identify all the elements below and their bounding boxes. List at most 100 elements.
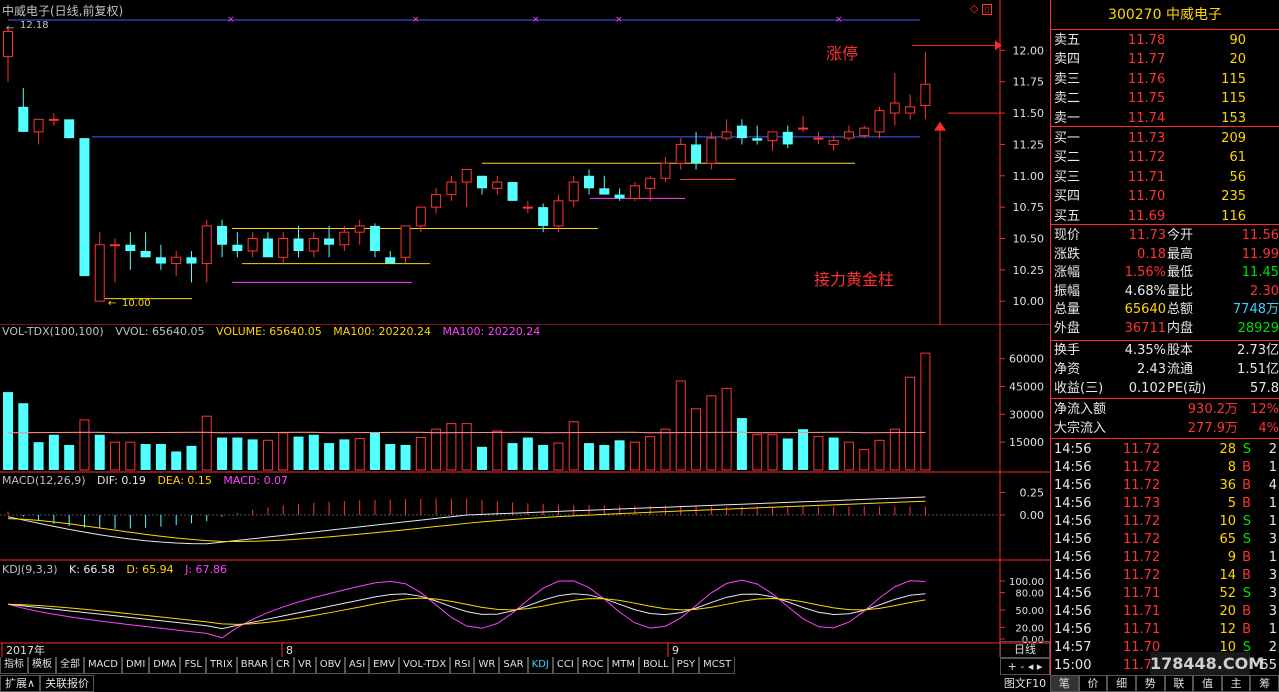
tab-trix[interactable]: TRIX bbox=[205, 657, 237, 674]
candle bbox=[461, 169, 472, 208]
quote-label: 最高 bbox=[1167, 246, 1194, 262]
trade-side: B bbox=[1242, 604, 1251, 619]
indicator-tabs: 指标 模板 全部 MACD DMI DMA FSL TRIX BRAR CR VR OBV ASI EMV… bbox=[0, 657, 1050, 675]
tab-mtm[interactable]: MTM bbox=[607, 657, 639, 674]
order-volume: 209 bbox=[1221, 131, 1246, 146]
trade-time: 14:56 bbox=[1054, 442, 1092, 457]
expand-button[interactable]: 扩展∧ bbox=[0, 675, 41, 692]
candle bbox=[767, 131, 778, 151]
tab-[interactable]: 指标 bbox=[0, 657, 28, 674]
candle bbox=[675, 138, 686, 170]
candle bbox=[920, 51, 931, 120]
candle-body bbox=[79, 138, 90, 277]
ask-row[interactable]: 卖五 11.78 90 bbox=[1051, 31, 1279, 50]
scroll-left-button[interactable]: ◂ bbox=[1028, 660, 1034, 673]
candle bbox=[232, 232, 243, 258]
trade-volume: 36 bbox=[1219, 478, 1236, 493]
candle bbox=[64, 119, 75, 139]
candle-body bbox=[660, 162, 671, 179]
volume-bar bbox=[48, 434, 59, 470]
right-tab-0[interactable]: 笔 bbox=[1050, 675, 1079, 692]
tab-sar[interactable]: SAR bbox=[499, 657, 528, 674]
tab-emv[interactable]: EMV bbox=[369, 657, 399, 674]
volume-chart[interactable]: 60000 45000 30000 15000 bbox=[0, 325, 1050, 473]
candle-body bbox=[446, 181, 457, 196]
quote-label: 量比 bbox=[1167, 283, 1194, 299]
right-tab-3[interactable]: 势 bbox=[1135, 675, 1165, 692]
status-f10-button[interactable]: 图文F10 bbox=[1000, 676, 1050, 692]
candle bbox=[752, 125, 763, 145]
related-quotes-button[interactable]: 关联报价 bbox=[40, 675, 95, 692]
tab-obv[interactable]: OBV bbox=[315, 657, 345, 674]
macd-chart[interactable]: 0.25 0.00 bbox=[0, 473, 1050, 561]
stock-header: 300270 中威电子 bbox=[1051, 0, 1279, 30]
zoom-out-button[interactable]: - bbox=[1020, 660, 1024, 673]
tab-[interactable]: 模板 bbox=[28, 657, 56, 674]
candle bbox=[110, 238, 121, 283]
volume-bar bbox=[782, 438, 793, 470]
candle-body bbox=[400, 225, 411, 258]
bid-row[interactable]: 买四 11.70 235 bbox=[1051, 187, 1279, 206]
tab-kdj[interactable]: KDJ bbox=[527, 657, 553, 674]
tab-psy[interactable]: PSY bbox=[672, 657, 700, 674]
tab-brar[interactable]: BRAR bbox=[236, 657, 272, 674]
bid-row[interactable]: 买二 11.72 61 bbox=[1051, 148, 1279, 167]
zoom-controls[interactable]: + - ◂ ▸ bbox=[1000, 658, 1050, 675]
ask-row[interactable]: 卖一 11.74 153 bbox=[1051, 109, 1279, 128]
candle bbox=[293, 225, 304, 258]
quote-label: 股本 bbox=[1167, 343, 1194, 358]
trade-side: S bbox=[1242, 514, 1251, 529]
tab-[interactable]: 全部 bbox=[56, 657, 84, 674]
right-tab-5[interactable]: 值 bbox=[1193, 675, 1222, 692]
tab-boll[interactable]: BOLL bbox=[638, 657, 673, 674]
right-tab-2[interactable]: 细 bbox=[1107, 675, 1136, 692]
y-tick-label: 10.25 bbox=[1013, 264, 1045, 277]
candle bbox=[431, 188, 442, 214]
kdj-chart[interactable]: 100.0080.0050.0020.000.002017年 8 9 bbox=[0, 561, 1050, 657]
period-selector[interactable]: 日线 bbox=[1000, 641, 1050, 658]
right-tab-1[interactable]: 价 bbox=[1078, 675, 1108, 692]
order-volume: 90 bbox=[1229, 33, 1246, 48]
tab-roc[interactable]: ROC bbox=[577, 657, 608, 674]
right-tab-7[interactable]: 筹 bbox=[1250, 675, 1279, 692]
tab-fsl[interactable]: FSL bbox=[180, 657, 206, 674]
tab-cr[interactable]: CR bbox=[272, 657, 294, 674]
trade-volume: 5 bbox=[1227, 496, 1236, 511]
ask-row[interactable]: 卖四 11.77 20 bbox=[1051, 50, 1279, 69]
tab-mcst[interactable]: MCST bbox=[699, 657, 736, 674]
tab-voltdx[interactable]: VOL-TDX bbox=[398, 657, 451, 674]
tab-macd[interactable]: MACD bbox=[84, 657, 122, 674]
ask-row[interactable]: 卖二 11.75 115 bbox=[1051, 89, 1279, 108]
volume-bar bbox=[675, 380, 686, 471]
tab-dmi[interactable]: DMI bbox=[121, 657, 150, 674]
quote-value: 11.45 bbox=[1241, 265, 1279, 281]
candle bbox=[553, 194, 564, 233]
right-tab-4[interactable]: 联 bbox=[1164, 675, 1194, 692]
low-price-marker: 10.00 bbox=[122, 298, 151, 309]
trade-side: B bbox=[1242, 550, 1251, 565]
tab-wr[interactable]: WR bbox=[474, 657, 500, 674]
trade-time: 14:57 bbox=[1054, 640, 1092, 655]
y-tick-label: 12.00 bbox=[1013, 44, 1045, 57]
scroll-right-button[interactable]: ▸ bbox=[1037, 660, 1043, 673]
order-label: 卖四 bbox=[1054, 52, 1081, 68]
volume-bar bbox=[476, 446, 487, 470]
right-tab-6[interactable]: 主 bbox=[1221, 675, 1251, 692]
zoom-in-button[interactable]: + bbox=[1008, 660, 1017, 673]
tab-vr[interactable]: VR bbox=[293, 657, 316, 674]
volume-bar bbox=[660, 428, 671, 471]
tab-rsi[interactable]: RSI bbox=[450, 657, 475, 674]
trade-time: 14:56 bbox=[1054, 568, 1092, 583]
bid-row[interactable]: 买三 11.71 56 bbox=[1051, 168, 1279, 187]
tab-asi[interactable]: ASI bbox=[345, 657, 370, 674]
order-price: 11.78 bbox=[1128, 33, 1166, 48]
bid-row[interactable]: 买一 11.73 209 bbox=[1051, 129, 1279, 148]
y-tick-label: 11.75 bbox=[1013, 76, 1045, 89]
ask-row[interactable]: 卖三 11.76 115 bbox=[1051, 70, 1279, 89]
bid-row[interactable]: 买五 11.69 116 bbox=[1051, 207, 1279, 226]
trade-side: B bbox=[1242, 622, 1251, 637]
tab-cci[interactable]: CCI bbox=[552, 657, 578, 674]
tab-dma[interactable]: DMA bbox=[149, 657, 181, 674]
y-tick-label: 10.00 bbox=[1013, 295, 1045, 308]
candle bbox=[94, 232, 105, 302]
